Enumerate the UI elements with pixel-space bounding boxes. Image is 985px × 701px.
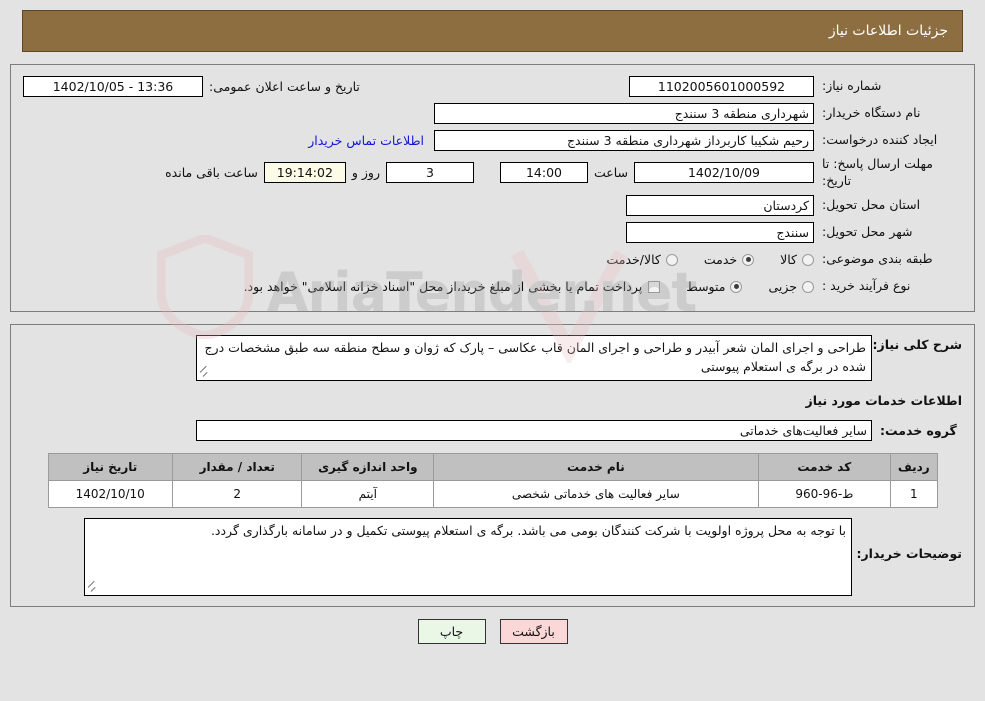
resize-grip-icon[interactable] xyxy=(199,365,209,379)
radio-label: کالا xyxy=(780,252,797,268)
services-table: ردیف کد خدمت نام خدمت واحد اندازه گیری ت… xyxy=(47,452,938,508)
delivery-city-label: شهر محل تحویل: xyxy=(822,224,913,240)
row-service-group: گروه خدمت: سایر فعالیت‌های خدماتی xyxy=(23,419,962,441)
row-delivery-city: شهر محل تحویل: سنندج xyxy=(23,222,962,244)
service-group-label: گروه خدمت: xyxy=(880,422,957,438)
radio-icon[interactable] xyxy=(742,253,755,266)
service-details-panel: شرح کلی نیاز: طراحی و اجرای المان شعر آب… xyxy=(10,323,975,607)
radio-icon[interactable] xyxy=(802,280,814,293)
row-subject-category: طبقه بندی موضوعی: کالا خدمت کالا/خدمت xyxy=(23,249,962,271)
deadline-date-field[interactable]: 1402/10/09 xyxy=(634,162,814,184)
cell-unit: آیتم xyxy=(301,479,435,508)
buyer-contact-link[interactable]: اطلاعات تماس خریدار xyxy=(308,133,434,148)
buyer-notes-textarea[interactable]: با توجه به محل پروژه اولویت با شرکت کنند… xyxy=(84,517,852,596)
general-description-label: شرح کلی نیاز: xyxy=(872,336,962,352)
row-purchase-process: نوع فرآیند خرید : جزیی متوسط پرداخت تمام… xyxy=(23,276,962,298)
need-number-field[interactable]: 1102005601000592 xyxy=(629,75,814,97)
radio-icon[interactable] xyxy=(802,253,814,266)
cell-service-name: سایر فعالیت های خدماتی شخصی xyxy=(433,479,759,508)
need-info-panel: AriaTender.net شماره نیاز: 1102005601000… xyxy=(10,64,975,363)
countdown-label: ساعت باقی مانده xyxy=(165,165,258,181)
resize-grip-icon[interactable] xyxy=(87,580,97,594)
deadline-hour-field[interactable]: 14:00 xyxy=(499,162,588,184)
radio-label: کالا/خدمت xyxy=(606,252,661,268)
remaining-days-field: 3 xyxy=(385,162,474,184)
radio-label: خدمت xyxy=(703,252,738,268)
row-buyer-notes: توضیحات خریدار: با توجه به محل پروژه اول… xyxy=(23,517,962,596)
buyer-notes-text: با توجه به محل پروژه اولویت با شرکت کنند… xyxy=(210,522,846,538)
services-section-heading-wrap: اطلاعات خدمات مورد نیاز xyxy=(196,392,963,408)
th-quantity: تعداد / مقدار xyxy=(171,452,303,481)
footer-actions: بازگشت چاپ xyxy=(0,618,985,644)
general-description-textarea[interactable]: طراحی و اجرای المان شعر آبیدر و طراحی و … xyxy=(196,334,872,381)
back-button[interactable]: بازگشت xyxy=(499,618,568,644)
table-row: 1 ط-96-960 سایر فعالیت های خدماتی شخصی آ… xyxy=(47,479,938,508)
public-announce-label: تاریخ و ساعت اعلان عمومی: xyxy=(209,78,360,94)
page-header-bar: جزئیات اطلاعات نیاز xyxy=(22,10,963,52)
response-deadline-label: مهلت ارسال پاسخ: تا تاریخ: xyxy=(822,156,933,188)
th-service-name: نام خدمت xyxy=(433,452,759,481)
need-number-label: شماره نیاز: xyxy=(822,77,882,93)
table-header-row: ردیف کد خدمت نام خدمت واحد اندازه گیری ت… xyxy=(47,452,938,481)
radio-option-kala[interactable]: کالا xyxy=(780,252,814,267)
delivery-province-label: استان محل تحویل: xyxy=(822,197,921,213)
treasury-docs-checkbox-label: پرداخت تمام یا بخشی از مبلغ خرید،از محل … xyxy=(243,279,643,295)
request-creator-label: ایجاد کننده درخواست: xyxy=(822,131,938,147)
row-request-creator: ایجاد کننده درخواست: رحیم شکیبا کاربرداز… xyxy=(23,129,962,151)
buyer-org-field[interactable]: شهرداری منطقه 3 سنندج xyxy=(434,102,814,124)
service-group-field[interactable]: سایر فعالیت‌های خدماتی xyxy=(196,419,872,441)
th-service-code: کد خدمت xyxy=(757,452,892,481)
cell-service-code: ط-96-960 xyxy=(757,479,892,508)
row-general-description: شرح کلی نیاز: طراحی و اجرای المان شعر آب… xyxy=(23,334,962,381)
deadline-hour-label: ساعت xyxy=(593,165,628,181)
print-button[interactable]: چاپ xyxy=(417,618,486,644)
radio-label: جزیی xyxy=(768,279,797,295)
services-section-heading: اطلاعات خدمات مورد نیاز xyxy=(805,392,963,408)
checkbox-icon[interactable] xyxy=(648,280,661,293)
radio-option-kala-khedmat[interactable]: کالا/خدمت xyxy=(606,252,678,268)
delivery-province-field[interactable]: کردستان xyxy=(626,195,814,217)
request-creator-field[interactable]: رحیم شکیبا کاربرداز شهرداری منطقه 3 سنند… xyxy=(434,129,814,151)
subject-category-radio-group: کالا خدمت کالا/خدمت xyxy=(580,252,814,267)
th-radif: ردیف xyxy=(890,452,938,481)
row-response-deadline: مهلت ارسال پاسخ: تا تاریخ: 1402/10/09 سا… xyxy=(23,156,962,190)
cell-need-date: 1402/10/10 xyxy=(47,479,173,508)
row-delivery-province: استان محل تحویل: کردستان xyxy=(23,195,962,217)
radio-icon[interactable] xyxy=(665,253,678,266)
public-announce-field[interactable]: 13:36 - 1402/10/05 xyxy=(23,75,203,97)
buyer-org-label: نام دستگاه خریدار: xyxy=(822,104,921,120)
treasury-docs-checkbox-item[interactable]: پرداخت تمام یا بخشی از مبلغ خرید،از محل … xyxy=(244,279,661,294)
radio-icon[interactable] xyxy=(730,280,743,293)
buyer-notes-label: توضیحات خریدار: xyxy=(856,545,962,561)
radio-option-khedmat[interactable]: خدمت xyxy=(703,252,755,268)
subject-category-label: طبقه بندی موضوعی: xyxy=(822,251,933,267)
services-table-wrap: ردیف کد خدمت نام خدمت واحد اندازه گیری ت… xyxy=(23,452,962,508)
page-title: جزئیات اطلاعات نیاز xyxy=(828,23,948,39)
row-buyer-org: نام دستگاه خریدار: شهرداری منطقه 3 سنندج xyxy=(23,102,962,124)
radio-option-jozii[interactable]: جزیی xyxy=(768,279,814,294)
cell-radif: 1 xyxy=(890,479,938,508)
radio-label: متوسط xyxy=(686,279,726,295)
cell-quantity: 2 xyxy=(171,479,303,508)
purchase-process-label: نوع فرآیند خرید : xyxy=(822,278,911,294)
countdown-timer-field: 19:14:02 xyxy=(263,162,346,184)
th-unit: واحد اندازه گیری xyxy=(301,452,435,481)
delivery-city-field[interactable]: سنندج xyxy=(626,222,814,244)
th-need-date: تاریخ نیاز xyxy=(47,452,173,481)
radio-option-motavaset[interactable]: متوسط xyxy=(686,279,743,295)
page-wrapper: جزئیات اطلاعات نیاز AriaTender.net شماره… xyxy=(0,10,985,644)
general-description-text: طراحی و اجرای المان شعر آبیدر و طراحی و … xyxy=(204,339,866,375)
purchase-process-radio-group: جزیی متوسط xyxy=(660,279,814,294)
row-need-number: شماره نیاز: 1102005601000592 تاریخ و ساع… xyxy=(23,75,962,97)
remaining-days-label: روز و xyxy=(351,165,380,181)
